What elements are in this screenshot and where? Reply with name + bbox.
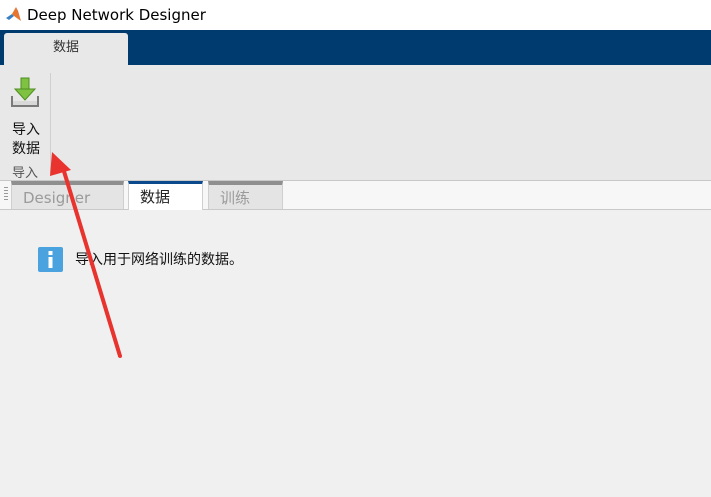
- info-message: 导入用于网络训练的数据。: [75, 252, 243, 268]
- import-data-icon: [11, 77, 39, 107]
- tab-designer[interactable]: Designer: [11, 181, 124, 209]
- import-label-line2: 数据: [12, 141, 40, 157]
- tab-data-label: 数据: [140, 188, 171, 206]
- document-tab-bar: Designer 数据 训练: [0, 181, 711, 210]
- tab-bar-grip[interactable]: [4, 187, 8, 201]
- tab-data[interactable]: 数据: [128, 181, 203, 210]
- ribbon-tab-data[interactable]: 数据: [4, 33, 128, 65]
- title-bar: Deep Network Designer: [0, 0, 711, 30]
- import-label-line1: 导入: [12, 122, 40, 138]
- tab-training[interactable]: 训练: [208, 181, 283, 209]
- toolstrip: 导入 数据 导入: [0, 65, 711, 181]
- ribbon-tab-strip: 数据: [0, 30, 711, 65]
- window-title: Deep Network Designer: [27, 6, 206, 24]
- tab-designer-label: Designer: [23, 189, 91, 207]
- matlab-logo-icon: [6, 7, 21, 21]
- import-data-button[interactable]: 导入 数据: [3, 71, 47, 161]
- import-group-label: 导入: [11, 166, 38, 181]
- group-divider: [50, 73, 51, 173]
- import-data-label: 导入 数据: [3, 121, 49, 159]
- tab-training-label: 训练: [220, 189, 251, 207]
- info-icon: [38, 247, 63, 272]
- app-window: Deep Network Designer 数据 导入 数据 导入 Design…: [0, 0, 711, 497]
- data-panel: 导入用于网络训练的数据。: [0, 210, 711, 497]
